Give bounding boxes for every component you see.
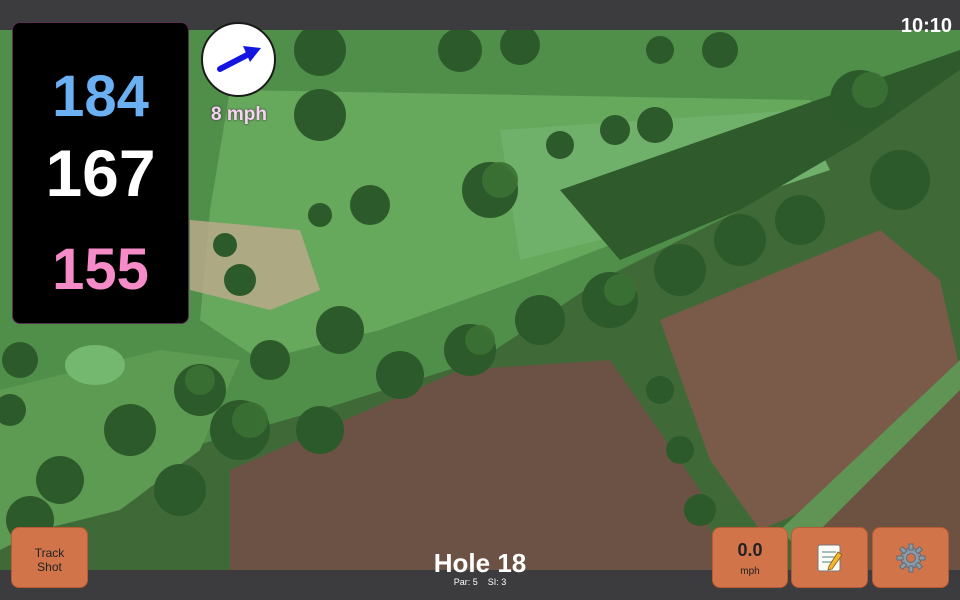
wind-speed-label: 8 mph: [211, 104, 267, 125]
hole-info: Par: 5 SI: 3: [380, 577, 580, 587]
green-area: [65, 345, 125, 385]
hole-par: Par: 5: [453, 577, 478, 587]
track-shot-button[interactable]: Track Shot: [11, 527, 88, 588]
yardage-middle: 167: [45, 136, 156, 210]
track-shot-label-line2: Shot: [37, 560, 62, 574]
yardage-front: 155: [52, 237, 149, 302]
yardage-back: 184: [52, 64, 149, 129]
status-clock: 10:10: [900, 15, 952, 37]
yardage-panel: 184 167 155: [12, 22, 189, 324]
wind-indicator: [201, 22, 276, 97]
track-shot-label-line1: Track: [34, 546, 65, 560]
hole-title: Hole 18: [433, 548, 527, 578]
speed-value: 0.0: [737, 540, 763, 560]
speed-unit: mph: [740, 566, 760, 577]
hole-si: SI: 3: [487, 577, 507, 587]
notepad-icon: [817, 544, 843, 571]
golf-gps-app: 10:10 184 167 155 8 mph Track Shot Hole …: [0, 0, 960, 600]
gear-icon: [896, 543, 925, 572]
arrow-icon: [217, 46, 261, 72]
settings-button[interactable]: [872, 527, 949, 588]
speed-button[interactable]: 0.0 mph: [712, 527, 788, 588]
notes-button[interactable]: [791, 527, 868, 588]
